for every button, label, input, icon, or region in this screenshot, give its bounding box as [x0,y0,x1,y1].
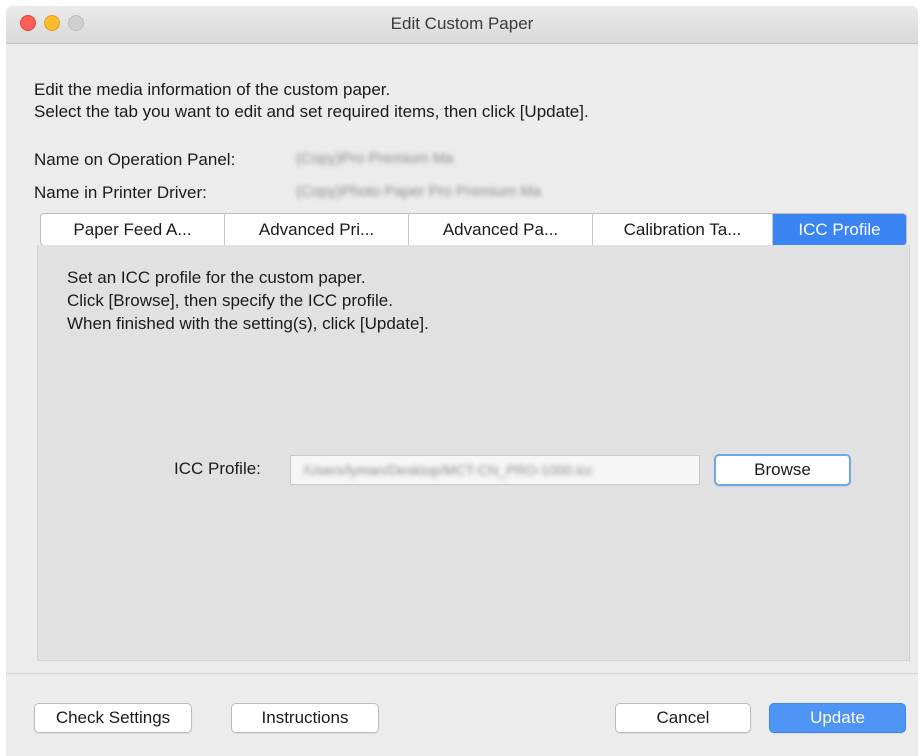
check-settings-button[interactable]: Check Settings [34,703,192,733]
tab-advanced-paper[interactable]: Advanced Pa... [409,214,593,245]
intro-text-line-2: Select the tab you want to edit and set … [34,102,589,121]
panel-instruction-line-2: Click [Browse], then specify the ICC pro… [67,291,393,310]
operation-panel-name-value: (Copy)Pro Premium Ma [296,150,454,167]
panel-instruction-line-3: When finished with the setting(s), click… [67,314,429,333]
tab-paper-feed[interactable]: Paper Feed A... [41,214,225,245]
title-bar: Edit Custom Paper [6,6,918,44]
instructions-button[interactable]: Instructions [231,703,379,733]
tab-advanced-print[interactable]: Advanced Pri... [225,214,409,245]
icc-profile-path-field[interactable]: /Users/lyman/Desktop/MCT-CN_PRO-1000.icc [290,455,700,485]
tab-icc-profile[interactable]: ICC Profile [773,214,906,245]
intro-text-line-1: Edit the media information of the custom… [34,80,391,99]
printer-driver-name-value: (Copy)Photo Paper Pro Premium Ma [296,183,542,200]
browse-button[interactable]: Browse [714,454,851,486]
footer-divider [6,673,918,674]
window-title: Edit Custom Paper [390,14,534,33]
panel-instruction-line-1: Set an ICC profile for the custom paper. [67,268,366,287]
edit-custom-paper-window: Edit Custom Paper Edit the media informa… [6,6,918,756]
operation-panel-name-label: Name on Operation Panel: [34,150,236,169]
printer-driver-name-label: Name in Printer Driver: [34,183,207,202]
icc-profile-label: ICC Profile: [174,459,261,478]
cancel-button[interactable]: Cancel [615,703,751,733]
icc-profile-panel: Set an ICC profile for the custom paper.… [37,245,910,661]
settings-tab-bar: Paper Feed A... Advanced Pri... Advanced… [40,213,907,246]
icc-profile-path-value: /Users/lyman/Desktop/MCT-CN_PRO-1000.icc [303,462,594,478]
update-button[interactable]: Update [769,703,906,733]
tab-calibration[interactable]: Calibration Ta... [593,214,773,245]
